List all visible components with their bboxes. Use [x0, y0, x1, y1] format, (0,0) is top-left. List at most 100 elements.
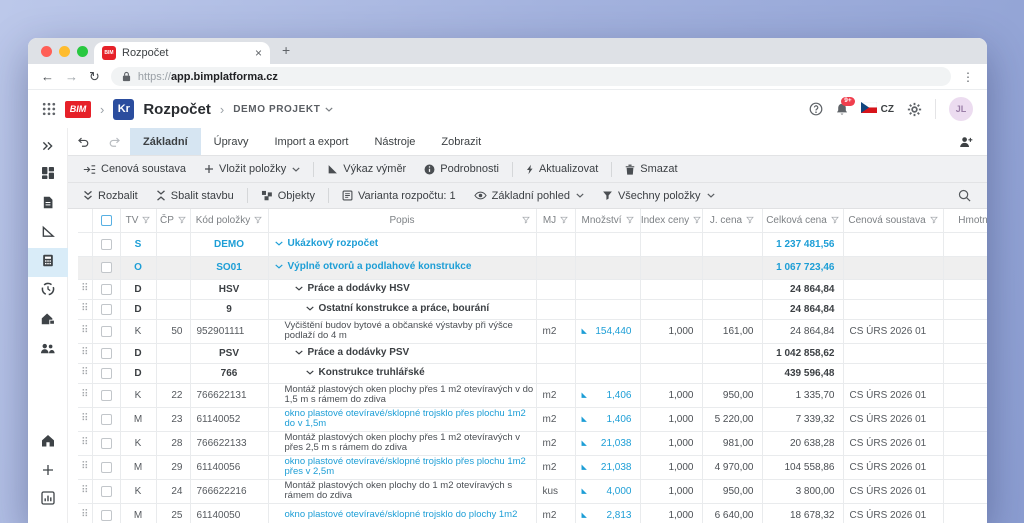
- table-row[interactable]: ⠿D766Konstrukce truhlářské439 596,48: [78, 363, 987, 383]
- search-icon[interactable]: [958, 189, 971, 202]
- add-person-icon[interactable]: [959, 136, 973, 148]
- aktualizovat-button[interactable]: Aktualizovat: [517, 156, 607, 182]
- browser-menu-icon[interactable]: ⋮: [962, 70, 974, 84]
- table-row[interactable]: SDEMOUkázkový rozpočet1 237 481,56: [78, 232, 987, 256]
- measurement-triangle-icon[interactable]: ◣: [582, 464, 587, 471]
- drag-handle[interactable]: ⠿: [78, 479, 92, 503]
- vsechny-polozky-button[interactable]: Všechny položky: [593, 183, 724, 208]
- sidebar-item-budget[interactable]: [28, 248, 68, 277]
- drag-handle[interactable]: ⠿: [78, 319, 92, 343]
- cell-quantity[interactable]: ◣154,440: [575, 319, 640, 343]
- table-row[interactable]: ⠿M2361140052okno plastové otevíravé/sklo…: [78, 407, 987, 431]
- objekty-button[interactable]: Objekty: [252, 183, 324, 208]
- measurement-triangle-icon[interactable]: ◣: [582, 512, 587, 519]
- drag-handle[interactable]: ⠿: [78, 279, 92, 299]
- table-row[interactable]: ⠿D9Ostatní konstrukce a práce, bourání24…: [78, 299, 987, 319]
- row-checkbox[interactable]: [101, 510, 112, 521]
- language-selector[interactable]: CZ: [861, 102, 894, 116]
- podrobnosti-button[interactable]: Podrobnosti: [415, 156, 508, 182]
- kros-logo[interactable]: Kr: [113, 99, 134, 120]
- drag-handle[interactable]: ⠿: [78, 363, 92, 383]
- table-row[interactable]: ⠿K50952901111Vyčištění budov bytové a ob…: [78, 319, 987, 343]
- notifications-bell-icon[interactable]: 9+: [836, 103, 848, 116]
- cell-quantity[interactable]: ◣2,813: [575, 503, 640, 523]
- vykaz-vymer-button[interactable]: Výkaz výměr: [318, 156, 415, 182]
- filter-funnel-icon[interactable]: [693, 216, 701, 224]
- column-header[interactable]: Množství: [575, 209, 640, 232]
- cell-description[interactable]: okno plastové otevíravé/sklopné trojsklo…: [268, 455, 536, 479]
- cell-quantity[interactable]: ◣1,406: [575, 383, 640, 407]
- cell-description[interactable]: Ukázkový rozpočet: [268, 232, 536, 256]
- varianta-rozpoctu-button[interactable]: Varianta rozpočtu: 1: [333, 183, 465, 208]
- filter-funnel-icon[interactable]: [560, 216, 568, 224]
- cell-description[interactable]: Výplně otvorů a podlahové konstrukce: [268, 256, 536, 279]
- cell-code[interactable]: DEMO: [190, 232, 268, 256]
- row-checkbox[interactable]: [101, 462, 112, 473]
- sidebar-item-team[interactable]: [28, 335, 68, 364]
- row-checkbox[interactable]: [101, 414, 112, 425]
- column-header[interactable]: Index ceny: [640, 209, 702, 232]
- column-header[interactable]: TV: [120, 209, 156, 232]
- vlozit-polozky-button[interactable]: Vložit položky: [195, 156, 309, 182]
- cell-code[interactable]: SO01: [190, 256, 268, 279]
- filter-funnel-icon[interactable]: [746, 216, 754, 224]
- sidebar-item-construction[interactable]: [28, 306, 68, 335]
- cell-quantity[interactable]: ◣21,038: [575, 455, 640, 479]
- column-header[interactable]: Kód položky: [190, 209, 268, 232]
- tab-zakladni[interactable]: Základní: [130, 128, 201, 155]
- measurement-triangle-icon[interactable]: ◣: [582, 392, 587, 399]
- cell-quantity[interactable]: ◣21,038: [575, 431, 640, 455]
- column-header[interactable]: Popis: [268, 209, 536, 232]
- reload-icon[interactable]: ↻: [89, 70, 100, 83]
- measurement-triangle-icon[interactable]: ◣: [582, 488, 587, 495]
- select-all-checkbox[interactable]: [101, 215, 112, 226]
- tab-upravy[interactable]: Úpravy: [201, 128, 262, 155]
- filter-funnel-icon[interactable]: [522, 216, 530, 224]
- cenova-soustava-button[interactable]: Cenová soustava: [74, 156, 195, 182]
- row-checkbox[interactable]: [101, 284, 112, 295]
- sidebar-item-documents[interactable]: [28, 190, 68, 219]
- cell-description[interactable]: Práce a dodávky HSV: [268, 279, 536, 299]
- filter-funnel-icon[interactable]: [142, 216, 150, 224]
- column-header[interactable]: Cenová soustava: [843, 209, 943, 232]
- window-fullscreen-button[interactable]: [77, 46, 88, 57]
- row-checkbox[interactable]: [101, 348, 112, 359]
- table-row[interactable]: OSO01Výplně otvorů a podlahové konstrukc…: [78, 256, 987, 279]
- window-close-button[interactable]: [41, 46, 52, 57]
- address-bar[interactable]: https://app.bimplatforma.cz: [111, 67, 951, 86]
- drag-handle[interactable]: ⠿: [78, 431, 92, 455]
- sidebar-item-expand-panel[interactable]: [28, 132, 68, 161]
- drag-handle[interactable]: ⠿: [78, 455, 92, 479]
- cell-description[interactable]: okno plastové otevíravé/sklopné trojsklo…: [268, 407, 536, 431]
- table-row[interactable]: ⠿M2961140056okno plastové otevíravé/sklo…: [78, 455, 987, 479]
- browser-tab[interactable]: BIM Rozpočet ×: [94, 42, 270, 64]
- row-checkbox[interactable]: [101, 262, 112, 273]
- new-tab-button[interactable]: +: [282, 42, 290, 58]
- undo-icon[interactable]: [68, 137, 99, 147]
- table-row[interactable]: ⠿DHSVPráce a dodávky HSV24 864,84: [78, 279, 987, 299]
- cell-description[interactable]: Ostatní konstrukce a práce, bourání: [268, 299, 536, 319]
- cell-quantity[interactable]: ◣1,406: [575, 407, 640, 431]
- tab-close-icon[interactable]: ×: [255, 46, 262, 60]
- drag-handle[interactable]: ⠿: [78, 299, 92, 319]
- column-header[interactable]: ČP: [156, 209, 190, 232]
- tab-nastroje[interactable]: Nástroje: [361, 128, 428, 155]
- user-avatar[interactable]: JL: [949, 97, 973, 121]
- filter-funnel-icon[interactable]: [831, 216, 839, 224]
- sidebar-item-home[interactable]: [28, 428, 68, 457]
- row-checkbox[interactable]: [101, 326, 112, 337]
- row-checkbox[interactable]: [101, 486, 112, 497]
- sidebar-item-reports[interactable]: [28, 486, 68, 515]
- sbalit-stavbu-button[interactable]: Sbalit stavbu: [147, 183, 243, 208]
- filter-funnel-icon[interactable]: [930, 216, 938, 224]
- table-row[interactable]: ⠿K22766622131Montáž plastových oken ploc…: [78, 383, 987, 407]
- rozbalit-button[interactable]: Rozbalit: [74, 183, 147, 208]
- tab-zobrazit[interactable]: Zobrazit: [428, 128, 494, 155]
- cell-description[interactable]: Konstrukce truhlářské: [268, 363, 536, 383]
- measurement-triangle-icon[interactable]: ◣: [582, 440, 587, 447]
- tab-import-a-export[interactable]: Import a export: [261, 128, 361, 155]
- filter-funnel-icon[interactable]: [178, 216, 186, 224]
- forward-icon[interactable]: →: [65, 70, 78, 83]
- row-checkbox[interactable]: [101, 304, 112, 315]
- window-minimize-button[interactable]: [59, 46, 70, 57]
